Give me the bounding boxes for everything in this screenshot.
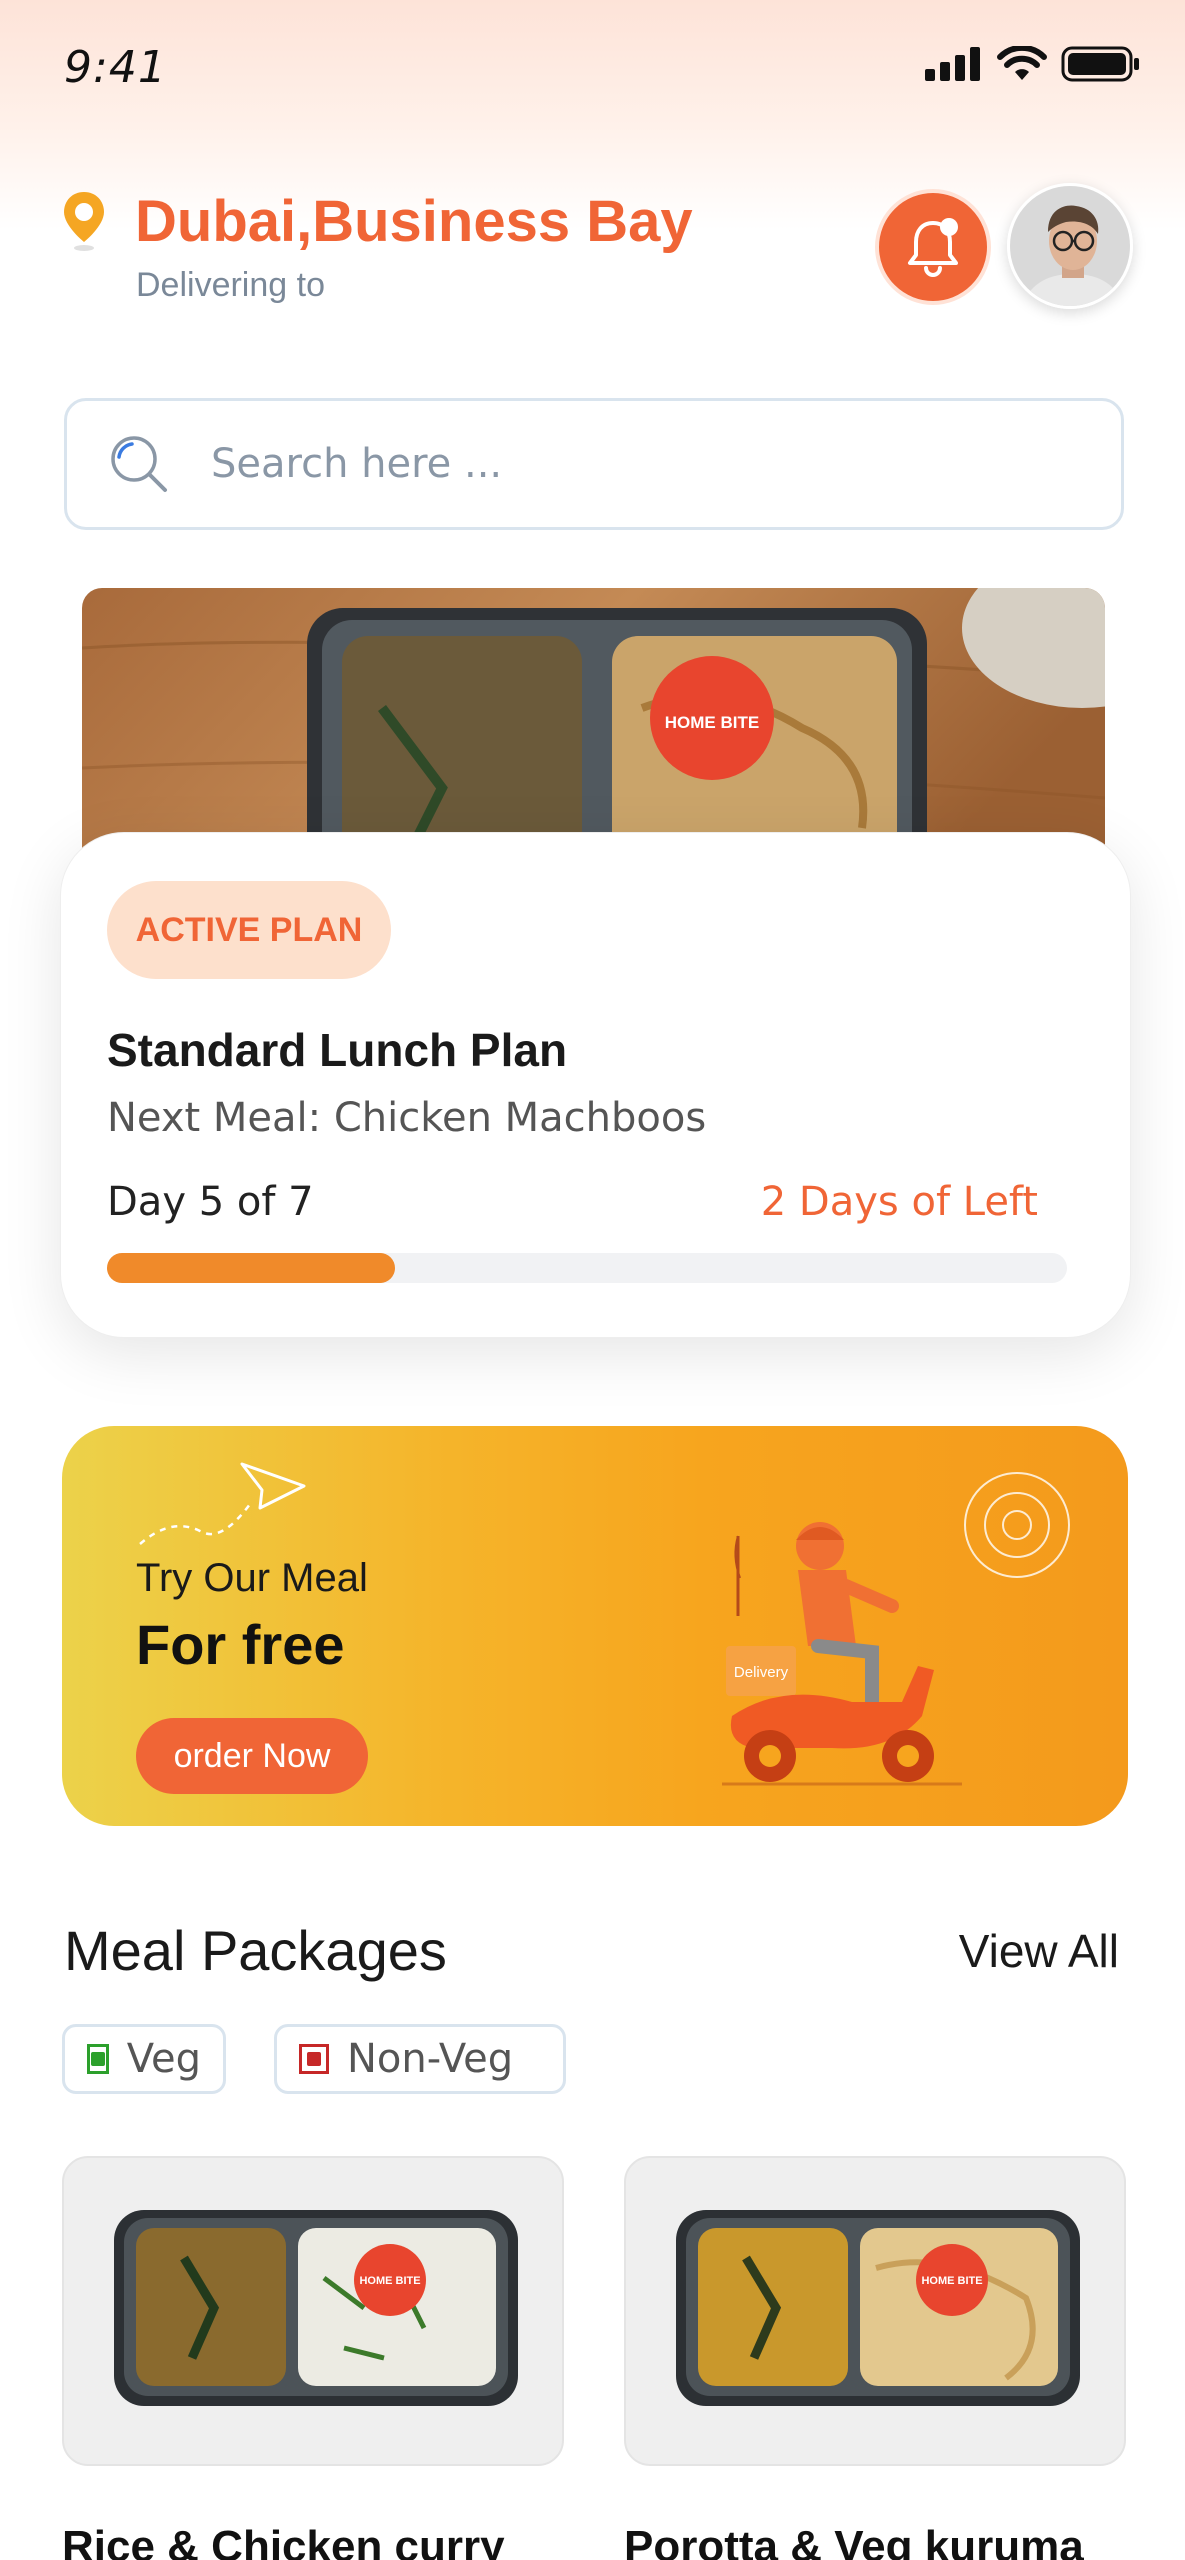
order-now-button[interactable]: order Now bbox=[136, 1718, 368, 1794]
delivery-box-label: Delivery bbox=[734, 1664, 789, 1681]
paper-plane-icon bbox=[139, 1462, 306, 1545]
promo-line2: For free bbox=[136, 1613, 345, 1676]
meal-sticker-text: HOME BITE bbox=[359, 2275, 420, 2287]
meal-package-title[interactable]: Rice & Chicken curry bbox=[62, 2522, 505, 2560]
user-photo bbox=[1010, 186, 1130, 306]
status-time: 9:41 bbox=[64, 42, 167, 93]
filter-veg-label: Veg bbox=[126, 2036, 201, 2082]
battery-icon bbox=[1061, 46, 1139, 82]
porotta-veg-kuruma-photo: HOME BITE bbox=[676, 2210, 1080, 2406]
search-input[interactable] bbox=[211, 441, 1011, 487]
meal-package-title[interactable]: Porotta & Veg kuruma bbox=[624, 2522, 1084, 2560]
delivering-to-label: Delivering to bbox=[136, 266, 325, 304]
active-plan-card[interactable]: ACTIVE PLAN Standard Lunch Plan Next Mea… bbox=[60, 832, 1131, 1338]
promo-line1: Try Our Meal bbox=[136, 1556, 368, 1600]
veg-icon bbox=[87, 2044, 109, 2074]
active-plan-badge: ACTIVE PLAN bbox=[107, 881, 391, 979]
notifications-button[interactable] bbox=[875, 189, 991, 305]
profile-avatar[interactable] bbox=[1007, 183, 1133, 309]
meal-package-card-image[interactable]: HOME BITE bbox=[624, 2156, 1126, 2466]
filter-non-veg[interactable]: Non-Veg bbox=[274, 2024, 566, 2094]
filter-veg[interactable]: Veg bbox=[62, 2024, 226, 2094]
meal-sticker-text: HOME BITE bbox=[921, 2275, 982, 2287]
delivery-scooter-illustration: Delivery bbox=[722, 1522, 962, 1786]
plan-title: Standard Lunch Plan bbox=[107, 1024, 568, 1076]
meal-package-card-image[interactable]: HOME BITE bbox=[62, 2156, 564, 2466]
non-veg-icon bbox=[299, 2044, 329, 2074]
location-pin-icon bbox=[64, 192, 104, 251]
hero-sticker-text: HOME BITE bbox=[665, 713, 759, 732]
cellular-signal-icon bbox=[925, 47, 980, 81]
filter-non-veg-label: Non-Veg bbox=[347, 2036, 514, 2082]
bell-icon bbox=[908, 218, 958, 277]
next-meal-text: Next Meal: Chicken Machboos bbox=[107, 1095, 707, 1141]
status-icons bbox=[925, 46, 1141, 82]
plan-days-left: 2 Days of Left bbox=[760, 1179, 1038, 1225]
plan-day-progress: Day 5 of 7 bbox=[107, 1179, 314, 1225]
rice-chicken-curry-photo: HOME BITE bbox=[114, 2210, 518, 2406]
search-icon bbox=[111, 436, 167, 492]
wifi-icon bbox=[997, 46, 1047, 80]
search-bar[interactable] bbox=[64, 398, 1124, 530]
target-rings-icon bbox=[964, 1472, 1070, 1578]
plan-progress-bar bbox=[107, 1253, 1067, 1283]
delivery-location[interactable]: Dubai,Business Bay bbox=[135, 188, 693, 255]
view-all-link[interactable]: View All bbox=[959, 1924, 1119, 1978]
plan-progress-fill bbox=[107, 1253, 395, 1283]
meal-packages-title: Meal Packages bbox=[64, 1919, 447, 1982]
free-meal-promo-banner[interactable]: Try Our Meal For free order Now Delivery bbox=[62, 1426, 1128, 1826]
